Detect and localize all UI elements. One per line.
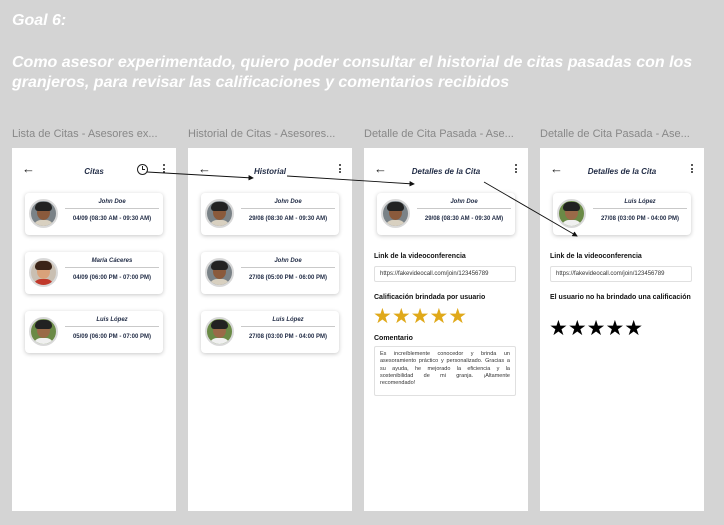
- card-time: 05/09 (06:00 PM - 07:00 PM): [72, 334, 152, 340]
- header: ← Historial: [188, 148, 352, 194]
- more-options-icon[interactable]: [163, 164, 166, 175]
- card-name: Luis López: [96, 317, 128, 323]
- card-name: María Cáceres: [91, 258, 133, 264]
- card-time: 27/08 (05:00 PM - 06:00 PM): [248, 275, 328, 281]
- frame-detalle-calificada: ← Detalles de la Cita John Doe 29/08 (08…: [364, 148, 528, 511]
- page-title: Detalles de la Cita: [587, 167, 657, 176]
- avatar: [29, 199, 58, 228]
- link-label: Link de la videoconferencia: [374, 253, 466, 260]
- card-time: 04/09 (06:00 PM - 07:00 PM): [72, 275, 152, 281]
- card-time: 27/08 (03:00 PM - 04:00 PM): [600, 216, 680, 222]
- avatar: [381, 199, 410, 228]
- avatar: [29, 317, 58, 346]
- avatar: [557, 199, 586, 228]
- header: ← Detalles de la Cita: [540, 148, 704, 194]
- frame-label-citas: Lista de Citas - Asesores ex...: [12, 128, 158, 140]
- link-label: Link de la videoconferencia: [550, 253, 642, 260]
- frame-label-detalle-1: Detalle de Cita Pasada - Ase...: [364, 128, 514, 140]
- frame-detalle-sin-calificacion: ← Detalles de la Cita Luis López 27/08 (…: [540, 148, 704, 511]
- appointment-card[interactable]: Luis López 27/08 (03:00 PM - 04:00 PM): [201, 311, 339, 353]
- frame-historial: ← Historial John Doe 29/08 (08:30 AM - 0…: [188, 148, 352, 511]
- goal-description: Como asesor experimentado, quiero poder …: [12, 54, 693, 91]
- page-title: Detalles de la Cita: [411, 167, 481, 176]
- card-name: Luis López: [272, 317, 304, 323]
- comment-label: Comentario: [374, 335, 413, 342]
- card-name: John Doe: [274, 258, 302, 264]
- appointment-card[interactable]: John Doe 04/09 (08:30 AM - 09:30 AM): [25, 193, 163, 235]
- page-title: Historial: [253, 167, 286, 176]
- videocall-link[interactable]: https://fakevideocall.com/join/123456789: [550, 266, 692, 282]
- empty-star-rating: ★★★★★: [549, 317, 644, 340]
- appointment-card: John Doe 29/08 (08:30 AM - 09:30 AM): [377, 193, 515, 235]
- page-title: Citas: [84, 167, 104, 176]
- avatar: [205, 258, 234, 287]
- card-name: John Doe: [98, 199, 126, 205]
- rating-label: Calificación brindada por usuario: [374, 294, 486, 301]
- card-time: 29/08 (08:30 AM - 09:30 AM): [248, 216, 328, 222]
- header: ← Detalles de la Cita: [364, 148, 528, 194]
- card-time: 27/08 (03:00 PM - 04:00 PM): [248, 334, 328, 340]
- star-rating: ★★★★★: [373, 305, 468, 328]
- header: ← Citas: [12, 148, 176, 194]
- avatar: [205, 317, 234, 346]
- no-rating-label: El usuario no ha brindado una calificaci…: [550, 294, 691, 301]
- avatar: [205, 199, 234, 228]
- avatar: [29, 258, 58, 287]
- frame-label-historial: Historial de Citas - Asesores...: [188, 128, 336, 140]
- history-icon[interactable]: [137, 164, 148, 175]
- more-options-icon[interactable]: [515, 164, 518, 175]
- appointment-card[interactable]: María Cáceres 04/09 (06:00 PM - 07:00 PM…: [25, 252, 163, 294]
- comment-text: Es increíblemente conocedor y brinda un …: [374, 346, 516, 396]
- more-options-icon[interactable]: [691, 164, 694, 175]
- videocall-link[interactable]: https://fakevideocall.com/join/123456789: [374, 266, 516, 282]
- appointment-card[interactable]: Luis López 05/09 (06:00 PM - 07:00 PM): [25, 311, 163, 353]
- appointment-card: Luis López 27/08 (03:00 PM - 04:00 PM): [553, 193, 691, 235]
- card-name: John Doe: [450, 199, 478, 205]
- card-name: John Doe: [274, 199, 302, 205]
- more-options-icon[interactable]: [339, 164, 342, 175]
- card-time: 04/09 (08:30 AM - 09:30 AM): [72, 216, 152, 222]
- goal-title: Goal 6:: [12, 12, 67, 29]
- appointment-card[interactable]: John Doe 29/08 (08:30 AM - 09:30 AM): [201, 193, 339, 235]
- frame-citas: ← Citas John Doe 04/09 (08:30 AM - 09:30…: [12, 148, 176, 511]
- appointment-card[interactable]: John Doe 27/08 (05:00 PM - 06:00 PM): [201, 252, 339, 294]
- frame-label-detalle-2: Detalle de Cita Pasada - Ase...: [540, 128, 690, 140]
- card-time: 29/08 (08:30 AM - 09:30 AM): [424, 216, 504, 222]
- card-name: Luis López: [624, 199, 656, 205]
